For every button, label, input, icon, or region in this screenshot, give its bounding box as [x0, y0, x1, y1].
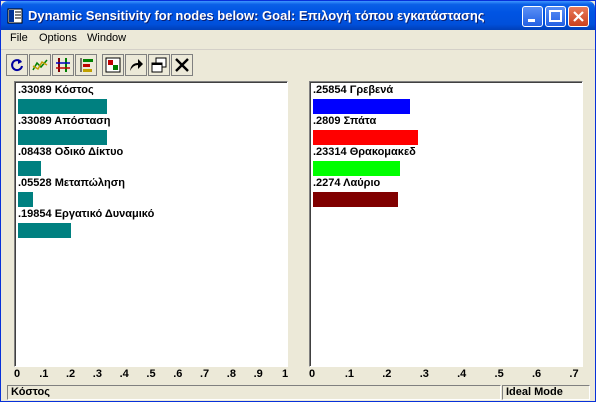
criterion-axis-tick: .8 [226, 368, 236, 380]
alternative-axis-tick: .6 [531, 368, 542, 380]
refresh-icon [11, 59, 23, 72]
close-x-icon [573, 11, 584, 22]
export-icon [130, 59, 143, 71]
criterion-bar[interactable] [18, 130, 107, 145]
status-mode: Ideal Mode [502, 385, 590, 400]
criterion-label: .19854 Εργατικό Δυναμικό [18, 208, 155, 220]
alternative-bar [313, 192, 399, 207]
maximize-button[interactable] [545, 6, 566, 27]
criterion-axis-tick: .9 [253, 368, 263, 380]
alternative-label: .25854 Γρεβενά [313, 84, 394, 96]
alternative-bar [313, 130, 419, 145]
close-icon [175, 58, 189, 72]
alternative-axis-tick: .4 [457, 368, 467, 380]
alternative-axis-tick: .3 [419, 368, 429, 380]
criterion-label: .33089 Απόσταση [18, 115, 111, 127]
window-title: Dynamic Sensitivity for nodes below: Goa… [28, 8, 485, 23]
criterion-bar[interactable] [18, 192, 33, 207]
criterion-axis-tick: .2 [66, 368, 76, 380]
maximize-icon [549, 10, 562, 22]
criterion-bar[interactable] [18, 99, 107, 114]
alternative-label: .23314 Θρακομακεδ [313, 146, 416, 158]
app-icon [7, 8, 23, 24]
criterion-bar[interactable] [18, 161, 41, 176]
alternative-axis-tick: .5 [494, 368, 504, 380]
line-chart-button[interactable] [29, 54, 51, 76]
copy-window-button[interactable] [148, 54, 170, 76]
criterion-axis-tick: .4 [119, 368, 129, 380]
criterion-bar[interactable] [18, 223, 72, 238]
status-bar: Κόστος Ideal Mode [1, 384, 595, 401]
alternative-axis-tick: 0 [308, 368, 316, 380]
alternative-axis-tick: .7 [569, 368, 579, 380]
status-selected-node: Κόστος [7, 385, 501, 400]
alternative-label: .2274 Λαύριο [313, 177, 381, 189]
criterion-label: .33089 Κόστος [18, 84, 94, 96]
alternatives-panel: .25854 Γρεβενά .2809 Σπάτα .23314 Θρακομακ… [309, 81, 583, 367]
performance-button[interactable] [52, 54, 74, 76]
menu-bar: File Options Window [1, 30, 595, 50]
criterion-axis-tick: .1 [39, 368, 49, 380]
close-window-button[interactable] [568, 6, 589, 27]
alternative-axis-tick: .1 [344, 368, 355, 380]
criterion-axis-tick: 1 [281, 368, 289, 380]
head-to-head-icon [105, 57, 121, 73]
copy-window-icon [151, 57, 167, 73]
menu-window[interactable]: Window [87, 32, 126, 44]
minimize-icon [528, 19, 535, 22]
criterion-label: .05528 Μεταπώληση [18, 177, 125, 189]
alternative-axis-tick: .2 [382, 368, 392, 380]
export-button[interactable] [125, 54, 147, 76]
line-chart-icon [32, 59, 48, 71]
criterion-axis-tick: 0 [13, 368, 21, 380]
criterion-axis-tick: .7 [200, 368, 210, 380]
close-tool-button[interactable] [171, 54, 193, 76]
alternative-bar [313, 99, 410, 114]
performance-icon [56, 58, 70, 72]
title-bar[interactable]: Dynamic Sensitivity for nodes below: Goa… [1, 1, 595, 30]
criterion-axis-tick: .3 [92, 368, 102, 380]
minimize-button[interactable] [522, 6, 543, 27]
criteria-panel[interactable]: .33089 Κόστος .33089 Απόσταση .08438 Οδικό… [14, 81, 288, 367]
toolbar [1, 51, 595, 79]
menu-file[interactable]: File [10, 32, 28, 44]
refresh-button[interactable] [6, 54, 28, 76]
gradient-icon [80, 58, 93, 72]
head-to-head-button[interactable] [102, 54, 124, 76]
alternative-bar [313, 161, 401, 176]
menu-options[interactable]: Options [39, 32, 77, 44]
criterion-label: .08438 Οδικό Δίκτυο [18, 146, 124, 158]
criterion-axis-tick: .5 [146, 368, 156, 380]
app-window: Dynamic Sensitivity for nodes below: Goa… [0, 0, 596, 402]
criterion-axis-tick: .6 [173, 368, 183, 380]
alternative-label: .2809 Σπάτα [313, 115, 377, 127]
gradient-button[interactable] [75, 54, 97, 76]
